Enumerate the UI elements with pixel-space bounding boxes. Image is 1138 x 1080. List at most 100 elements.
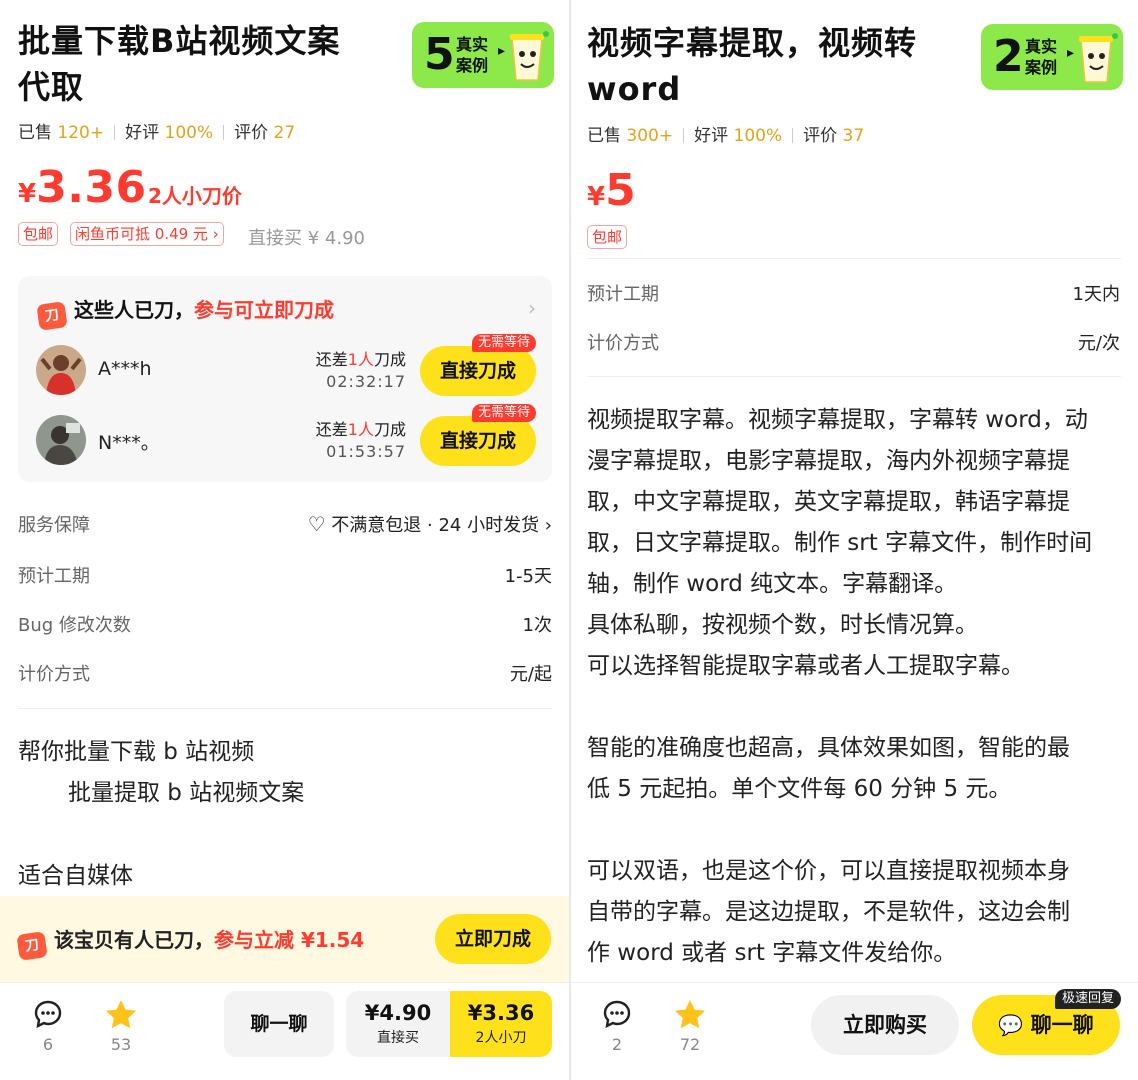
- description-line: 可以双语，也是这个价，可以直接提取视频本身: [587, 858, 1070, 884]
- product-title: 批量下载B站视频文案 代取: [18, 18, 340, 110]
- divider: [587, 258, 1121, 259]
- mascot-cup-icon: [510, 31, 549, 81]
- direct-buy-price: 直接买 ¥ 4.90: [248, 228, 365, 249]
- favorite-button[interactable]: 72: [670, 999, 710, 1054]
- no-wait-badge: 无需等待: [471, 334, 536, 352]
- pricing-method-row: 计价方式 元/次: [587, 333, 1120, 354]
- real-case-badge[interactable]: 2 真实案例 ▸: [981, 24, 1123, 90]
- price-note: 2人小刀价: [148, 184, 242, 208]
- comment-icon: [34, 1000, 62, 1029]
- kanjia-buy-button[interactable]: ¥3.36 2人小刀: [450, 991, 552, 1057]
- real-case-badge[interactable]: 5 真实案例 ▸: [412, 22, 554, 88]
- buy-now-button[interactable]: 立即购买: [811, 995, 959, 1055]
- description-line: 视频提取字幕。视频字幕提取，字幕转 word，动: [587, 407, 1088, 433]
- title-line-2: 代取: [18, 68, 85, 106]
- fast-reply-badge: 极速回复: [1054, 989, 1121, 1009]
- description-line: 批量提取 b 站视频文案: [68, 780, 305, 806]
- pricing-method-row: 计价方式 元/起: [18, 664, 552, 685]
- description-line: [587, 687, 1127, 728]
- divider: [18, 708, 552, 709]
- description-line: 可以选择智能提取字幕或者人工提取字幕。: [587, 653, 1024, 679]
- description-line: 智能的准确度也超高，具体效果如图，智能的最: [587, 735, 1070, 761]
- star-count: 72: [679, 1035, 701, 1054]
- bug-fix-row: Bug 修改次数 1次: [18, 615, 552, 636]
- free-shipping-tag: 包邮: [587, 225, 628, 249]
- star-icon: [106, 1000, 136, 1029]
- chat-bubble-icon: 💬: [998, 1013, 1024, 1037]
- right-product-panel: 视频字幕提取，视频转 word 2 真实案例 ▸ 已售 300+ 好评 100% 评…: [571, 0, 1138, 1080]
- coin-deduction-tag[interactable]: 闲鱼币可抵 0.49 元 ›: [70, 222, 224, 246]
- chevron-right-icon[interactable]: ›: [528, 296, 536, 320]
- knife-icon: 刀: [16, 931, 48, 961]
- description-line: 适合自媒体: [18, 863, 133, 889]
- comment-count: 6: [42, 1035, 54, 1054]
- bottom-action-bar: 6 53 聊一聊 ¥4.90 直接买 ¥3.36 2人小刀: [0, 982, 569, 1080]
- description-line: 取，中文字幕提取，英文字幕提取，韩语字幕提: [587, 489, 1070, 515]
- case-label: 真实案例: [456, 35, 489, 75]
- description-line: 取，日文字幕提取。制作 srt 字幕文件，制作时间: [587, 530, 1093, 556]
- bottom-action-bar: 2 72 立即购买 💬 聊一聊 极速回复: [571, 982, 1138, 1080]
- sold-count: 300+: [626, 126, 674, 146]
- countdown-timer: 02:32:17: [326, 372, 406, 391]
- title-line-1: 视频字幕提取，视频转: [587, 24, 918, 62]
- star-count: 53: [110, 1035, 132, 1054]
- description-line: 漫字幕提取，电影字幕提取，海内外视频字幕提: [587, 448, 1070, 474]
- sales-stats: 已售 300+ 好评 100% 评价 37: [587, 126, 865, 146]
- sold-count: 120+: [57, 123, 105, 143]
- title-line-2: word: [587, 70, 682, 108]
- work-period-row: 预计工期 1天内: [587, 284, 1120, 305]
- avatar: [36, 345, 86, 395]
- kanjia-row: N***。 还差1人刀成 01:53:57 直接刀成 无需等待: [36, 404, 536, 470]
- price-value: 3.36: [36, 162, 147, 213]
- description-line: 轴，制作 word 纯文本。字幕翻译。: [587, 571, 958, 597]
- direct-buy-button[interactable]: ¥4.90 直接买: [346, 991, 450, 1057]
- promo-text: 刀该宝贝有人已刀，参与立减 ¥1.54: [16, 924, 364, 961]
- need-count: 还差1人刀成: [315, 420, 406, 439]
- free-shipping-tag: 包邮: [18, 222, 59, 246]
- user-name: A***h: [98, 358, 152, 380]
- kanjia-now-button[interactable]: 立即刀成: [435, 914, 551, 964]
- comment-button[interactable]: 6: [28, 999, 68, 1054]
- kanjia-promo-bar: 刀该宝贝有人已刀，参与立减 ¥1.54 立即刀成: [0, 896, 569, 982]
- review-count: 37: [842, 126, 865, 146]
- title-line-1: 批量下载B站视频文案: [18, 22, 341, 60]
- comment-button[interactable]: 2: [597, 999, 637, 1054]
- service-guarantee-row[interactable]: 服务保障 ♡ 不满意包退 · 24 小时发货 ›: [18, 511, 552, 537]
- countdown-timer: 01:53:57: [326, 442, 406, 461]
- case-label: 真实案例: [1025, 37, 1058, 77]
- user-name: N***。: [98, 432, 160, 454]
- divider: [587, 376, 1121, 377]
- direct-kanjia-button[interactable]: 直接刀成: [420, 346, 536, 396]
- kanjia-card[interactable]: 刀这些人已刀，参与可立即刀成 › A***h 还差1人刀成 02:32:17 直…: [18, 276, 552, 482]
- good-rate: 100%: [164, 123, 214, 143]
- comment-count: 2: [611, 1035, 623, 1054]
- sales-stats: 已售 120+ 好评 100% 评价 27: [18, 123, 296, 143]
- heart-icon: ♡: [307, 512, 326, 536]
- no-wait-badge: 无需等待: [471, 404, 536, 422]
- description-line: 帮你批量下载 b 站视频: [18, 739, 255, 765]
- description-line: 自带的字幕。是这边提取，不是软件，这边会制: [587, 899, 1070, 925]
- description-line: 作 word 或者 srt 字幕文件发给你。: [587, 940, 957, 966]
- direct-kanjia-button[interactable]: 直接刀成: [420, 416, 536, 466]
- case-count: 2: [993, 31, 1024, 82]
- description-line: 具体私聊，按视频个数，时长情况算。: [587, 612, 978, 638]
- price: ¥3.36: [18, 162, 147, 213]
- need-count: 还差1人刀成: [315, 350, 406, 369]
- kanjia-row: A***h 还差1人刀成 02:32:17 直接刀成 无需等待: [36, 334, 536, 400]
- knife-icon: 刀: [36, 301, 68, 331]
- mascot-cup-icon: [1079, 33, 1118, 83]
- comment-icon: [603, 1000, 631, 1029]
- left-product-panel: 批量下载B站视频文案 代取 5 真实案例 ▸ 已售 120+ 好评 100% 评价 …: [0, 0, 569, 1080]
- case-count: 5: [424, 29, 455, 80]
- description: 视频提取字幕。视频字幕提取，字幕转 word，动 漫字幕提取，电影字幕提取，海内外…: [587, 400, 1127, 974]
- kanjia-header: 刀这些人已刀，参与可立即刀成: [36, 294, 334, 331]
- work-period-row: 预计工期 1-5天: [18, 566, 552, 587]
- review-count: 27: [273, 123, 296, 143]
- description-line: 低 5 元起拍。单个文件每 60 分钟 5 元。: [587, 776, 1012, 802]
- description-line: [587, 810, 1127, 851]
- avatar: [36, 415, 86, 465]
- price: ¥5: [587, 165, 637, 216]
- chat-button[interactable]: 聊一聊: [224, 991, 334, 1057]
- favorite-button[interactable]: 53: [101, 999, 141, 1054]
- star-icon: [675, 1000, 705, 1029]
